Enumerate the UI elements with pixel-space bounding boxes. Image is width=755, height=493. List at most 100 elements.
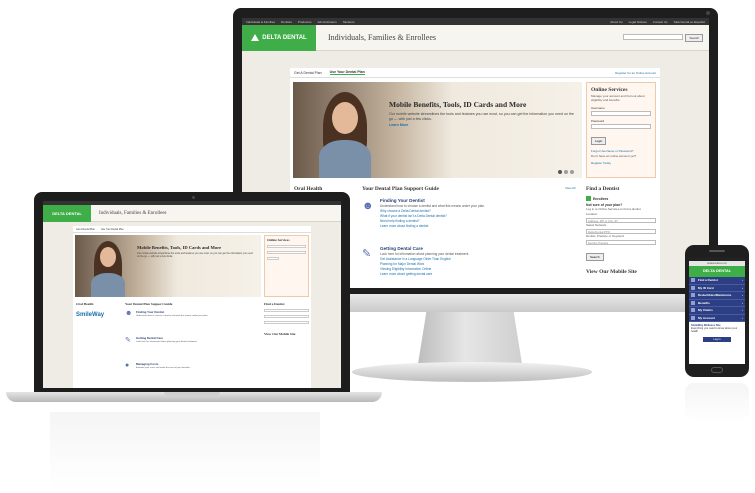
phone-home-button[interactable]	[711, 367, 723, 373]
practice-input[interactable]	[264, 321, 309, 324]
network-label: Select Network	[586, 222, 607, 227]
guide-item-managing-costs: ● Managing Costs Estimate your costs and…	[125, 362, 255, 369]
delta-dental-logo[interactable]: DELTA DENTAL	[689, 266, 745, 277]
smileway-promo[interactable]: SmileWay Wellness Site Everything you ne…	[689, 322, 745, 335]
phone-nav-deductibles[interactable]: Deductibles/Maximums ›	[689, 292, 745, 300]
plan-tabs: Get A Dental Plan Use Your Dental Plan R…	[290, 68, 660, 78]
carousel-dot[interactable]	[564, 170, 568, 174]
view-all-link[interactable]: View All	[565, 186, 575, 190]
practice-label: Dentist, Practice or Keyword	[586, 233, 624, 238]
user-icon	[691, 315, 695, 320]
guide-item-finding-dentist: ☻ Finding Your Dentist Understand how to…	[125, 310, 255, 317]
tooth-icon	[691, 278, 695, 283]
hero-banner: Mobile Benefits, Tools, ID Cards and Mor…	[293, 82, 582, 178]
tab-use-plan[interactable]: Use Your Dental Plan	[329, 70, 365, 75]
phone-nav-claims[interactable]: My Claims ›	[689, 307, 745, 315]
mobile-site-heading[interactable]: View Our Mobile Site	[586, 269, 656, 275]
phone-nav-account[interactable]: My Account ›	[689, 314, 745, 322]
delta-dental-logo[interactable]: DELTA DENTAL	[242, 24, 316, 51]
guide-item-title[interactable]: Getting Dental Care	[380, 246, 572, 251]
phone-nav-find-dentist[interactable]: Find a Dentist ›	[689, 277, 745, 285]
location-label: Location	[586, 211, 598, 216]
topbar-link[interactable]: Administrators	[318, 20, 337, 24]
mobile-site-heading[interactable]: View Our Mobile Site	[264, 332, 309, 336]
chevron-right-icon: ›	[742, 308, 743, 313]
register-today-link[interactable]: Register Today	[591, 161, 651, 165]
delta-dental-logo[interactable]: DELTA DENTAL	[43, 204, 91, 222]
topbar-link[interactable]: Legal Notices	[629, 20, 647, 24]
hero-body: Our mobile website streamlines the tools…	[389, 112, 574, 121]
hero-body: Our mobile website streamlines the tools…	[137, 252, 253, 259]
benefits-icon	[691, 300, 695, 305]
laptop-screen: DELTA DENTAL Individuals, Families & Enr…	[43, 201, 341, 388]
chevron-right-icon: ›	[742, 300, 743, 305]
password-field[interactable]	[267, 251, 306, 254]
online-services-title: Online Services	[267, 238, 290, 242]
guide-item-title[interactable]: Getting Dental Care	[136, 336, 255, 340]
password-field[interactable]	[591, 123, 651, 129]
guide-more-link[interactable]: Learn more about finding a dentist	[380, 224, 572, 228]
smileway-logo[interactable]: SmileWay	[76, 312, 104, 318]
online-services-title: Online Services	[591, 87, 628, 93]
id-card-icon	[691, 285, 695, 290]
guide-link[interactable]: Viewing Eligibility Information Online	[380, 267, 572, 271]
topbar-link[interactable]: Sala Dental en Español	[674, 20, 705, 24]
topbar-link[interactable]: Individuals & Families	[246, 20, 275, 24]
monitor-base	[352, 362, 592, 382]
laptop-reflection	[50, 412, 320, 490]
topbar-link[interactable]: Dentists	[281, 20, 292, 24]
laptop-header: DELTA DENTAL Individuals, Families & Enr…	[43, 204, 341, 222]
support-guide-heading: Your Dental Plan Support Guide	[125, 302, 173, 306]
hero-banner: Mobile Benefits, Tools, ID Cards and Mor…	[75, 235, 261, 297]
delta-triangle-icon	[251, 34, 260, 41]
hero-text: Mobile Benefits, Tools, ID Cards and Mor…	[389, 100, 574, 127]
no-account-text: Don't have an online account yet?	[591, 153, 637, 158]
online-services-panel: Online Services	[264, 235, 309, 297]
webcam	[706, 11, 710, 15]
guide-item-finding-dentist: ☻ Finding Your Dentist Understand how to…	[362, 198, 572, 228]
phone-nav-benefits[interactable]: Benefits ›	[689, 299, 745, 307]
find-dentist-title: Find a Dentist	[264, 302, 285, 306]
chevron-right-icon: ›	[742, 315, 743, 320]
username-field[interactable]	[591, 110, 651, 116]
register-link[interactable]: Register for an Online Account	[615, 71, 656, 75]
guide-link[interactable]: What if your dentist isn't a Delta Denta…	[380, 214, 572, 218]
guide-item-sub: Look here for information about planning…	[136, 341, 198, 343]
tab-use-plan[interactable]: Use Your Dental Plan	[101, 228, 124, 231]
forgot-link[interactable]: Forgot Username or Password?	[591, 149, 651, 153]
login-button[interactable]	[267, 257, 279, 260]
guide-link[interactable]: Get Assistance in a Language Other Than …	[380, 257, 572, 261]
find-dentist-search-button[interactable]: Search	[586, 252, 604, 261]
search-input[interactable]	[623, 33, 684, 40]
location-input[interactable]	[264, 309, 309, 312]
laptop-notch	[164, 392, 220, 396]
guide-item-title[interactable]: Finding Your Dentist	[136, 310, 255, 314]
login-button[interactable]: Login	[591, 136, 607, 145]
guide-more-link[interactable]: Learn more about getting dental care	[380, 272, 572, 276]
phone-login-button[interactable]: Log in	[703, 337, 731, 342]
guide-link[interactable]: Why choose a Delta Dental dentist?	[380, 209, 572, 213]
carousel-dot[interactable]	[558, 170, 562, 174]
carousel-dot[interactable]	[570, 170, 574, 174]
search-button[interactable]: Search	[685, 33, 703, 42]
tab-get-plan[interactable]: Get A Dental Plan	[294, 71, 322, 75]
network-select[interactable]: Delta Dental PPO	[586, 228, 656, 234]
network-select[interactable]	[264, 315, 309, 318]
guide-item-title[interactable]: Finding Your Dentist	[380, 198, 572, 203]
topbar-link[interactable]: Contact Us	[653, 20, 668, 24]
practice-input[interactable]: Dentist, Practice	[586, 239, 656, 245]
topbar-link[interactable]: Producers	[298, 20, 312, 24]
laptop-webcam	[192, 196, 195, 199]
guide-item-title[interactable]: Managing Costs	[136, 362, 255, 366]
username-field[interactable]	[267, 245, 306, 248]
guide-link[interactable]: Need help finding a dentist?	[380, 219, 572, 223]
oral-health-heading: Oral Health	[76, 302, 94, 306]
hero-learn-more-link[interactable]: Learn More	[389, 123, 574, 127]
topbar-link[interactable]: About Us	[610, 20, 622, 24]
topbar-link[interactable]: Students	[343, 20, 355, 24]
phone-nav-id-card[interactable]: My ID Card ›	[689, 284, 745, 292]
tab-get-plan[interactable]: Get A Dental Plan	[76, 228, 95, 231]
guide-link[interactable]: Planning for Major Dental Work	[380, 262, 572, 266]
site-header: DELTA DENTAL Individuals, Families & Enr…	[242, 24, 709, 51]
laptop-main-content: Get A Dental Plan Use Your Dental Plan M…	[73, 226, 311, 388]
